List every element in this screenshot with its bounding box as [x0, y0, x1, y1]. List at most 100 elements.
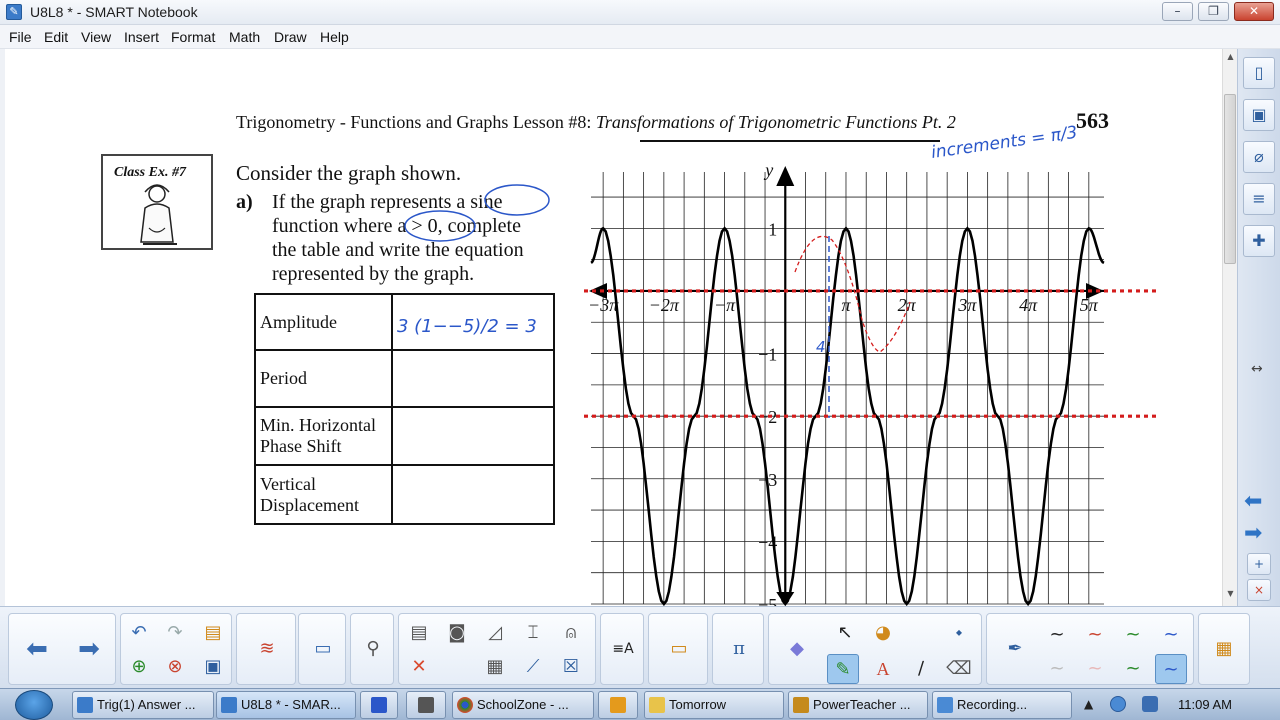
paste-icon[interactable]: ▤ — [403, 618, 435, 648]
taskbar-item[interactable]: PowerTeacher ... — [788, 691, 928, 719]
table-icon[interactable]: ◿ — [479, 618, 511, 648]
window-title: U8L8 * - SMART Notebook — [30, 4, 198, 20]
menu-help[interactable]: Help — [320, 29, 349, 45]
start-button[interactable] — [15, 690, 53, 720]
line-icon[interactable]: ∕ — [905, 654, 937, 684]
tray-app-icon[interactable] — [1142, 696, 1158, 712]
taskbar-item-label: SchoolZone - ... — [477, 697, 569, 712]
taskbar-item[interactable] — [598, 691, 638, 719]
fill-icon[interactable]: ⬩ — [943, 618, 975, 648]
windows-taskbar: Trig(1) Answer ... U8L8 * - SMAR... Scho… — [0, 688, 1280, 720]
next-page-icon[interactable]: ➡ — [73, 634, 105, 664]
taskbar-item-label: PowerTeacher ... — [813, 697, 911, 712]
screen-shade-icon[interactable]: ≋ — [251, 634, 283, 664]
delete-page-icon[interactable]: × — [1247, 579, 1271, 601]
screen-icon[interactable]: ▭ — [663, 634, 695, 664]
dictionary-icon[interactable]: ⍝ — [555, 618, 587, 648]
previous-page-icon[interactable]: ⬅ — [21, 634, 53, 664]
table-cell-phase-shift[interactable] — [391, 406, 555, 466]
taskbar-item[interactable]: SchoolZone - ... — [452, 691, 594, 719]
color-palette-icon[interactable]: ▦ — [1208, 634, 1240, 664]
dock-toggle-icon[interactable]: ↔ — [1251, 361, 1263, 377]
pen-style-blue[interactable]: ~ — [1155, 620, 1187, 650]
close-button[interactable]: ✕ — [1234, 2, 1274, 21]
lesson-header-italic: Transformations of Trigonometric Functio… — [595, 112, 956, 132]
taskbar-item-label: Trig(1) Answer ... — [97, 697, 196, 712]
vertical-scrollbar[interactable]: ▲ ▼ — [1222, 49, 1237, 606]
math-pi-button[interactable]: π — [723, 634, 755, 664]
highlighter-style-3[interactable]: ~ — [1117, 654, 1149, 684]
menu-edit[interactable]: Edit — [44, 29, 68, 45]
gallery-icon[interactable]: ▣ — [1243, 99, 1275, 131]
open-file-icon[interactable]: ▤ — [197, 618, 229, 648]
redo-icon[interactable]: ↷ — [159, 618, 191, 648]
lesson-header-plain: Trigonometry - Functions and Graphs Less… — [236, 112, 592, 132]
delete-object-icon[interactable]: ☒ — [555, 652, 587, 682]
smart-notebook-icon: ✎ — [6, 4, 22, 20]
pens-icon[interactable]: ✎ — [827, 654, 859, 684]
taskbar-item[interactable]: Tomorrow — [644, 691, 784, 719]
question-line: function where a > 0, complete — [272, 215, 521, 237]
select-arrow-icon[interactable]: ↖ — [829, 618, 861, 648]
toolbar-pen-styles-group: ✒ ~ ~ ~ ~ ~ ~ ~ ~ — [986, 613, 1194, 685]
text-button[interactable]: A — [867, 654, 899, 684]
recorder-icon — [937, 697, 953, 713]
tray-network-icon[interactable] — [1110, 696, 1126, 712]
table-cell-period[interactable] — [391, 349, 555, 408]
powerteacher-icon — [793, 697, 809, 713]
add-page-toolbar-icon[interactable]: ⊕ — [123, 652, 155, 682]
eraser-tool-icon[interactable]: ⌫ — [943, 654, 975, 684]
table-cell-vertical-displacement[interactable] — [391, 464, 555, 525]
scroll-down-icon[interactable]: ▼ — [1224, 589, 1237, 603]
add-ons-icon[interactable]: ✚ — [1243, 225, 1275, 257]
highlighter-style-4[interactable]: ~ — [1155, 654, 1187, 684]
highlighter-style-1[interactable]: ~ — [1041, 654, 1073, 684]
taskbar-item[interactable]: Trig(1) Answer ... — [72, 691, 214, 719]
menu-insert[interactable]: Insert — [124, 29, 159, 45]
pen-style-red[interactable]: ~ — [1079, 620, 1111, 650]
add-page-icon[interactable]: + — [1247, 553, 1271, 575]
scroll-thumb[interactable] — [1224, 94, 1236, 264]
table-row: Min. Horizontal Phase Shift — [254, 406, 555, 466]
save-icon[interactable]: ▣ — [197, 652, 229, 682]
delete-page-toolbar-icon[interactable]: ⊗ — [159, 652, 191, 682]
attachments-icon[interactable]: ⌀ — [1243, 141, 1275, 173]
menu-view[interactable]: View — [81, 29, 111, 45]
table-label: Period — [254, 349, 393, 408]
grid-table-icon[interactable]: ▦ — [479, 652, 511, 682]
taskbar-item-label: Recording... — [957, 697, 1028, 712]
minimize-button[interactable]: – — [1162, 2, 1193, 21]
taskbar-item[interactable]: Recording... — [932, 691, 1072, 719]
page-sorter-icon[interactable]: ▯ — [1243, 57, 1275, 89]
taskbar-item[interactable] — [360, 691, 398, 719]
pen-tool-icon[interactable]: ✒ — [999, 634, 1031, 664]
taskbar-item-active[interactable]: U8L8 * - SMAR... — [216, 691, 356, 719]
text-style-icon[interactable]: ≡A — [607, 634, 639, 664]
highlighter-style-2[interactable]: ~ — [1079, 654, 1111, 684]
display-icon[interactable]: ▭ — [307, 634, 339, 664]
undo-icon[interactable]: ↶ — [123, 618, 155, 648]
restore-button[interactable]: ❐ — [1198, 2, 1229, 21]
taskbar-item[interactable] — [406, 691, 446, 719]
document-camera-icon[interactable]: ⚲ — [357, 634, 389, 664]
back-arrow-icon[interactable]: ⬅ — [1244, 489, 1262, 514]
scroll-up-icon[interactable]: ▲ — [1224, 52, 1237, 66]
shapes-icon[interactable]: ◕ — [867, 618, 899, 648]
tray-clock[interactable]: 11:09 AM — [1178, 697, 1232, 712]
menu-math[interactable]: Math — [229, 29, 260, 45]
menu-file[interactable]: File — [9, 29, 32, 45]
table-cell-amplitude[interactable] — [391, 293, 555, 351]
forward-arrow-icon[interactable]: ➡ — [1244, 521, 1262, 546]
measure-icon[interactable]: ⟋ — [517, 652, 549, 682]
text-tool-icon[interactable]: ⌶ — [517, 618, 549, 648]
clear-ink-icon[interactable]: ✕ — [403, 652, 435, 682]
properties-icon[interactable]: ≡ — [1243, 183, 1275, 215]
pen-style-black[interactable]: ~ — [1041, 620, 1073, 650]
eraser-icon[interactable]: ◆ — [781, 634, 813, 664]
pen-style-green[interactable]: ~ — [1117, 620, 1149, 650]
screen-capture-icon[interactable]: ◙ — [441, 618, 473, 648]
menu-format[interactable]: Format — [171, 29, 215, 45]
table-label: Min. Horizontal Phase Shift — [254, 406, 393, 466]
menu-draw[interactable]: Draw — [274, 29, 307, 45]
tray-expand-icon[interactable]: ▲ — [1084, 697, 1093, 711]
